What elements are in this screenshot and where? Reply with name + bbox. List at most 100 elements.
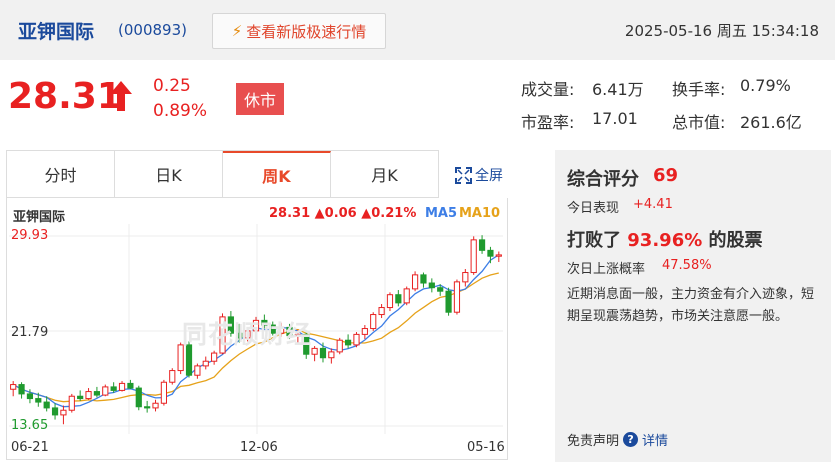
x-label-start: 06-21	[11, 440, 49, 455]
candle-body	[336, 339, 343, 353]
beat-stocks-text: 打败了 93.96% 的股票	[567, 226, 763, 252]
candle-body	[428, 282, 435, 289]
candle-body	[68, 395, 75, 411]
fullscreen-icon	[455, 166, 472, 184]
candle-body	[420, 274, 427, 284]
beat-prefix: 打败了	[567, 230, 621, 251]
x-label-mid: 12-06	[240, 440, 278, 455]
detail-link[interactable]: 详情	[642, 430, 668, 449]
candle-body	[378, 307, 385, 316]
candle-body	[135, 387, 142, 408]
candle-body	[169, 370, 176, 383]
stock-code: (000893)	[118, 21, 187, 39]
candle-body	[77, 395, 84, 400]
candle-body	[118, 382, 126, 391]
candle-body	[127, 382, 134, 389]
datetime: 2025-05-16 周五 15:34:18	[624, 22, 819, 40]
candle-body	[411, 274, 419, 290]
candle-body	[43, 401, 50, 409]
fast-version-button[interactable]: ⚡ 查看新版极速行情	[212, 13, 386, 49]
candle-body	[370, 314, 377, 330]
volume-label: 成交量:	[521, 80, 575, 99]
tab-weekly-k[interactable]: 周K	[223, 151, 331, 197]
candle-body	[445, 290, 452, 313]
candle-body	[160, 381, 167, 404]
disclaimer-link[interactable]: 免责声明	[567, 430, 619, 449]
candle-body	[10, 384, 17, 390]
market-cap-value: 261.6亿	[740, 113, 802, 132]
fullscreen-button[interactable]: 全屏	[455, 165, 503, 185]
market-status-badge: 休市	[236, 83, 284, 115]
help-icon[interactable]: ?	[623, 432, 639, 447]
tab-daily-k[interactable]: 日K	[115, 151, 223, 197]
rating-score: 69	[653, 165, 679, 186]
current-price: 28.31	[8, 76, 122, 117]
tab-intraday[interactable]: 分时	[7, 151, 115, 197]
candle-body	[211, 352, 218, 362]
candle-body	[144, 406, 151, 409]
fast-version-label: 查看新版极速行情	[246, 22, 367, 41]
next-day-rise-value: 47.58%	[662, 258, 712, 273]
y-label-low: 13.65	[11, 418, 49, 433]
candle-body	[395, 294, 402, 304]
candle-body	[487, 249, 494, 257]
candle-body	[26, 393, 34, 400]
candle-body	[18, 384, 25, 395]
fullscreen-label: 全屏	[475, 168, 503, 184]
price-change-pct: 0.89%	[153, 101, 208, 121]
chart-watermark: 同花顺财经	[182, 320, 313, 349]
candle-body	[194, 365, 201, 376]
x-label-end: 05-16	[467, 440, 505, 455]
candle-body	[361, 328, 368, 335]
lightning-icon: ⚡	[231, 22, 243, 40]
rating-title: 综合评分	[567, 169, 639, 190]
disclaimer-row: 免责声明 ? 详情	[567, 430, 668, 449]
y-label-mid: 21.79	[11, 325, 49, 340]
ma10-legend: MA10	[459, 206, 501, 221]
candle-body	[93, 391, 101, 396]
candle-body	[386, 294, 394, 309]
pe-value: 17.01	[592, 109, 638, 128]
candle-body	[437, 287, 444, 292]
tab-monthly-k[interactable]: 月K	[331, 151, 438, 197]
beat-percentage: 93.96%	[627, 230, 703, 251]
price-change: 0.25	[153, 76, 191, 96]
candle-body	[202, 360, 209, 367]
today-performance-value: +4.41	[633, 197, 673, 212]
ma5-legend: MA5	[425, 206, 458, 221]
rating-panel: 综合评分 69 今日表现 +4.41 打败了 93.96% 的股票 次日上涨概率…	[555, 150, 831, 462]
market-cap-label: 总市值:	[672, 113, 726, 132]
candle-body	[495, 254, 502, 257]
candle-body	[152, 402, 159, 409]
candle-body	[345, 339, 352, 346]
candle-body	[403, 288, 410, 304]
candle-body	[470, 239, 477, 274]
next-day-rise-label: 次日上涨概率	[567, 262, 646, 277]
turnover-label: 换手率:	[672, 80, 726, 99]
header-bar: 亚钾国际 (000893) ⚡ 查看新版极速行情 2025-05-16 周五 1…	[0, 0, 835, 60]
volume-value: 6.41万	[592, 80, 644, 99]
candle-body	[110, 386, 117, 391]
rating-comment: 近期消息面一般，主力资金有介入迹象，短期呈现震荡趋势，市场关注意愿一般。	[567, 287, 815, 324]
candle-body	[35, 398, 42, 403]
up-arrow-icon	[110, 81, 132, 111]
candle-body	[328, 351, 335, 359]
candle-body	[311, 347, 318, 355]
pe-label: 市盈率:	[521, 113, 575, 132]
candle-body	[60, 409, 67, 416]
candle-body	[462, 272, 469, 283]
stock-name: 亚钾国际	[18, 21, 95, 43]
beat-suffix: 的股票	[708, 230, 763, 251]
today-performance-label: 今日表现	[567, 201, 620, 216]
candle-body	[319, 347, 327, 359]
candle-body	[478, 239, 486, 251]
candle-body	[85, 391, 92, 400]
kline-chart[interactable]: 同花顺财经 亚钾国际 28.31 ▲0.06 ▲0.21% MA5 MA10 2…	[6, 198, 508, 460]
chart-period-tabs: 分时 日K 周K 月K	[6, 150, 439, 198]
candle-body	[353, 333, 360, 346]
chart-title: 亚钾国际	[13, 210, 66, 225]
turnover-value: 0.79%	[740, 76, 791, 95]
chart-quote: 28.31 ▲0.06 ▲0.21%	[269, 206, 417, 221]
candle-body	[51, 407, 59, 416]
y-label-high: 29.93	[11, 228, 49, 243]
